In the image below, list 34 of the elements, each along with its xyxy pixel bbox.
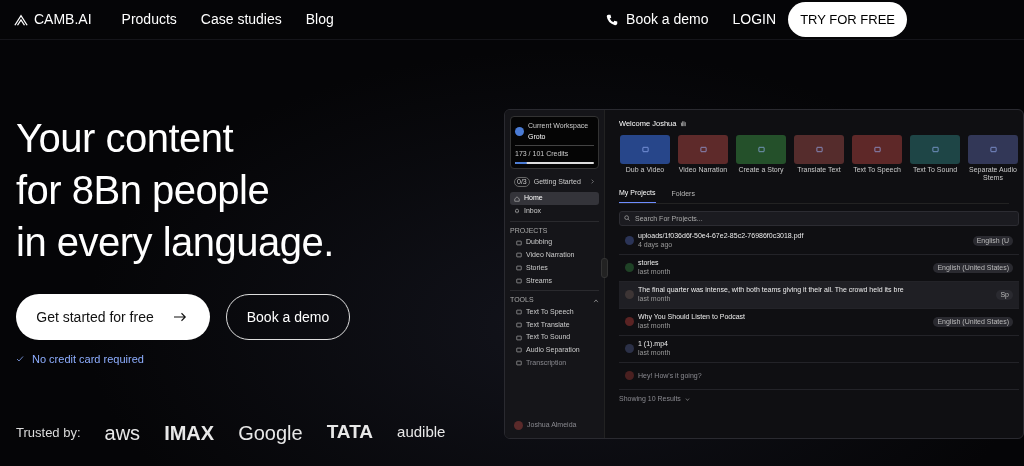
caret-down-icon: [684, 396, 690, 402]
action-tile[interactable]: [910, 135, 960, 165]
login-link[interactable]: LOGIN: [732, 9, 777, 30]
chevron-icon: [590, 179, 595, 185]
hero-heading: Your content for 8Bn people in every language.: [16, 115, 335, 266]
logo[interactable]: CAMB.AI: [12, 9, 92, 30]
nav-link[interactable]: Case studies: [200, 9, 282, 30]
action-tile[interactable]: [794, 135, 844, 165]
action-tile[interactable]: [678, 135, 728, 165]
try-free-button[interactable]: TRY FOR FREE: [788, 1, 907, 38]
action-tile[interactable]: [968, 135, 1018, 165]
brand-logo: IMAX: [164, 420, 215, 446]
book-demo-link[interactable]: Book a demo: [606, 9, 709, 30]
brand-logo: aws: [104, 420, 141, 446]
search-icon: [624, 214, 630, 221]
collapse-handle[interactable]: [601, 258, 608, 278]
get-started-button[interactable]: Get started for free: [16, 294, 210, 340]
nav-link[interactable]: Blog: [305, 9, 334, 30]
check-icon: [16, 355, 24, 364]
trusted-label: Trusted by:: [16, 423, 81, 442]
brand-logo: TATA: [326, 420, 374, 445]
nav-link[interactable]: Products: [121, 9, 177, 30]
phone-icon: [606, 13, 619, 26]
brand-logo: Google: [238, 420, 303, 446]
action-tile[interactable]: [852, 135, 902, 165]
avatar-icon: [515, 127, 524, 136]
action-tile[interactable]: [620, 135, 670, 165]
logo-text: CAMB.AI: [34, 10, 92, 29]
action-tile[interactable]: [736, 135, 786, 165]
no-card-note: No credit card required: [16, 351, 504, 368]
logo-icon: [12, 12, 30, 27]
house-icon: [514, 195, 520, 202]
avatar-icon: [514, 421, 523, 430]
brand-logo: audible: [397, 422, 446, 443]
